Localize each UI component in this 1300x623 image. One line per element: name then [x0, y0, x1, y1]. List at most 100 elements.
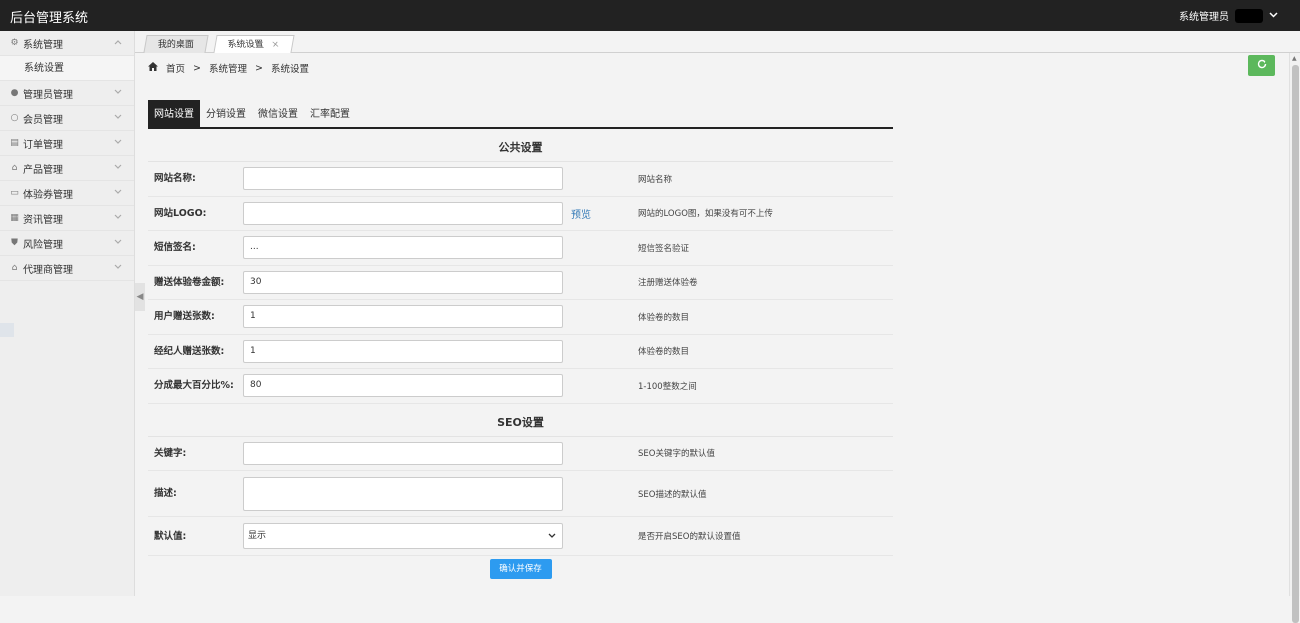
sidebar-item[interactable]: ○ 会员管理 — [0, 106, 134, 131]
chevron-up-icon — [114, 38, 122, 48]
close-icon[interactable]: × — [270, 36, 281, 54]
sidebar-item[interactable]: ⌂ 代理商管理 — [0, 256, 134, 281]
agent-gift-count-label: 经纪人赠送张数: — [154, 345, 225, 357]
site-logo-hint: 网站的LOGO图，如果没有可不上传 — [638, 209, 773, 220]
chevron-down-icon — [114, 88, 122, 98]
form-row-default: 默认值: 显示 是否开启SEO的默认设置值 — [148, 517, 893, 556]
chevron-down-icon — [114, 113, 122, 123]
chevron-down-icon — [114, 138, 122, 148]
keywords-label: 关键字: — [154, 447, 187, 459]
section-title-public: 公共设置 — [148, 129, 893, 162]
default-hint: 是否开启SEO的默认设置值 — [638, 532, 741, 542]
news-icon: ▦ — [10, 212, 19, 223]
avatar — [1235, 8, 1263, 23]
form-row-site-name: 网站名称: 网站名称 — [148, 162, 893, 197]
save-area: 确认并保存 — [148, 556, 893, 579]
site-logo-label: 网站LOGO: — [154, 207, 207, 219]
chevron-down-icon — [114, 263, 122, 273]
site-name-input[interactable] — [243, 167, 563, 191]
sidebar-subitem[interactable]: 系统设置 — [0, 56, 134, 81]
breadcrumb-level1[interactable]: 系统管理 — [209, 61, 247, 75]
member-icon: ○ — [10, 112, 19, 123]
product-icon: ⌂ — [11, 162, 18, 173]
chevron-down-icon — [114, 163, 122, 173]
sidebar-item-label: 会员管理 — [23, 114, 63, 126]
scrollbar-thumb[interactable] — [1292, 65, 1299, 623]
shield-icon: ⛊ — [11, 237, 18, 248]
site-name-label: 网站名称: — [154, 173, 196, 185]
breadcrumb: 首页 > 系统管理 > 系统设置 — [148, 61, 309, 75]
default-label: 默认值: — [154, 530, 187, 542]
tab-wechat-settings[interactable]: 微信设置 — [252, 100, 304, 127]
breadcrumb-separator: > — [255, 62, 263, 74]
sms-sign-hint: 短信签名验证 — [638, 243, 690, 254]
sms-sign-input[interactable]: ... — [243, 236, 563, 260]
breadcrumb-home[interactable]: 首页 — [166, 61, 185, 75]
form-row-agent-gift-count: 经纪人赠送张数: 1 体验卷的数目 — [148, 335, 893, 369]
chevron-down-icon — [548, 524, 556, 558]
tab-label: 系统设置 — [226, 40, 265, 50]
gear-icon: ⚙ — [10, 37, 19, 48]
tab-bar: 我的桌面 系统设置 × — [135, 31, 1300, 53]
form-row-keywords: 关键字: SEO关键字的默认值 — [148, 437, 893, 471]
section-title-seo: SEO设置 — [148, 404, 893, 437]
top-bar: 后台管理系统 系统管理员 — [0, 0, 1300, 31]
max-percent-input[interactable]: 80 — [243, 374, 563, 398]
logo-preview-link[interactable]: 预览 — [571, 206, 591, 221]
sidebar-item-label: 管理员管理 — [23, 89, 73, 101]
home-icon — [148, 62, 158, 74]
breadcrumb-separator: > — [193, 62, 201, 74]
sidebar-item[interactable]: ● 管理员管理 — [0, 81, 134, 106]
sidebar-item[interactable]: ▤ 订单管理 — [0, 131, 134, 156]
tab-label: 我的桌面 — [157, 40, 194, 50]
user-gift-count-hint: 体验卷的数目 — [638, 312, 690, 323]
form-row-gift-amount: 赠送体验卷金额: 30 注册赠送体验卷 — [148, 266, 893, 300]
sidebar-item-label: 资讯管理 — [23, 214, 63, 226]
gift-amount-input[interactable]: 30 — [243, 270, 563, 294]
description-hint: SEO描述的默认值 — [638, 489, 707, 500]
sidebar-item[interactable]: ⚙ 系统管理 — [0, 31, 134, 56]
sidebar-item-label: 代理商管理 — [23, 264, 73, 276]
settings-tabs: 网站设置 分销设置 微信设置 汇率配置 — [148, 100, 893, 129]
user-name: 系统管理员 — [1179, 12, 1229, 23]
sidebar-collapse-button[interactable]: ◀ — [135, 283, 145, 311]
sidebar-item-label: 订单管理 — [23, 139, 63, 151]
agent-gift-count-input[interactable]: 1 — [243, 339, 563, 363]
sidebar-item[interactable]: ▦ 资讯管理 — [0, 206, 134, 231]
coupon-icon: ▭ — [10, 187, 19, 198]
scrollbar[interactable]: ▲ — [1289, 53, 1300, 623]
scroll-up-icon[interactable]: ▲ — [1292, 55, 1297, 62]
form-row-site-logo: 网站LOGO: 预览 网站的LOGO图，如果没有可不上传 — [148, 197, 893, 231]
side-toggle-icon[interactable] — [0, 323, 14, 337]
user-menu[interactable]: 系统管理员 — [1179, 8, 1278, 23]
gift-amount-label: 赠送体验卷金额: — [154, 276, 225, 288]
sidebar-item[interactable]: ⌂ 产品管理 — [0, 156, 134, 181]
app-title: 后台管理系统 — [10, 11, 89, 26]
save-button[interactable]: 确认并保存 — [489, 559, 552, 579]
user-gift-count-input[interactable]: 1 — [243, 305, 563, 329]
sidebar-item[interactable]: ⛊ 风险管理 — [0, 231, 134, 256]
site-name-hint: 网站名称 — [638, 174, 673, 185]
form-row-sms-sign: 短信签名: ... 短信签名验证 — [148, 231, 893, 266]
default-select-value: 显示 — [248, 531, 267, 541]
site-logo-input[interactable] — [243, 201, 563, 225]
keywords-input[interactable] — [243, 441, 563, 465]
tab-desktop[interactable]: 我的桌面 — [143, 35, 209, 53]
chevron-down-icon — [114, 213, 122, 223]
keywords-hint: SEO关键字的默认值 — [638, 449, 715, 460]
max-percent-hint: 1-100整数之间 — [638, 381, 697, 392]
sidebar-item[interactable]: ▭ 体验券管理 — [0, 181, 134, 206]
sidebar: ⚙ 系统管理系统设置 ● 管理员管理 ○ 会员管理 ▤ 订单管理 ⌂ 产品管理 ▭ 体验券管理 ▦ 资讯管… — [0, 31, 135, 596]
agent-gift-count-hint: 体验卷的数目 — [638, 347, 690, 358]
sidebar-item-label: 系统管理 — [23, 39, 63, 51]
breadcrumb-level2: 系统设置 — [270, 64, 309, 75]
default-select[interactable]: 显示 — [243, 523, 563, 549]
tab-exchange-settings[interactable]: 汇率配置 — [304, 100, 356, 127]
tab-distribution-settings[interactable]: 分销设置 — [200, 100, 252, 127]
tab-site-settings[interactable]: 网站设置 — [148, 100, 200, 127]
form-row-user-gift-count: 用户赠送张数: 1 体验卷的数目 — [148, 300, 893, 335]
chevron-down-icon[interactable] — [1269, 10, 1278, 21]
description-textarea[interactable] — [243, 476, 563, 511]
tab-system-settings[interactable]: 系统设置 × — [213, 35, 295, 54]
refresh-button[interactable] — [1248, 55, 1275, 76]
